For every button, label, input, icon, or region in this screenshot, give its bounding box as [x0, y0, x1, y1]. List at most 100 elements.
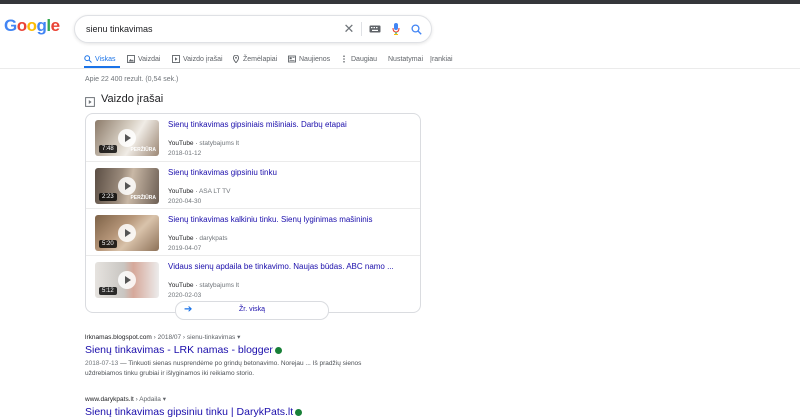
video-duration: 7:48 [99, 145, 117, 153]
video-platform: YouTube [168, 188, 194, 195]
result-stats: Apie 22 400 rezult. (0,54 sek.) [85, 76, 179, 83]
video-thumbnail[interactable]: 7:48 PERŽIŪRA [95, 120, 159, 156]
image-icon [127, 55, 135, 63]
video-date: 2018-01-12 [168, 150, 202, 157]
play-icon [118, 271, 136, 289]
search-divider [361, 22, 362, 36]
chevron-down-icon[interactable]: ▾ [163, 396, 166, 403]
verified-icon [295, 408, 303, 416]
video-title-link[interactable]: Vidaus sienų apdaila be tinkavimo. Nauja… [168, 262, 394, 271]
video-title-link[interactable]: Sienų tinkavimas kalkiniu tinku. Sienų l… [168, 215, 373, 224]
search-input[interactable] [86, 21, 316, 37]
search-result: www.darykpats.lt › Apdaila ▾ Sienų tinka… [85, 395, 303, 418]
play-icon [118, 177, 136, 195]
video-title-link[interactable]: Sienų tinkavimas gipsiniais mišiniais. D… [168, 120, 347, 129]
video-title-link[interactable]: Sienų tinkavimas gipsiniu tinku [168, 168, 277, 177]
tab-label: Viskas [95, 55, 116, 63]
video-thumbnail[interactable]: 5:12 [95, 262, 159, 298]
search-result: lrknamas.blogspot.com › 2018/07 › sienu-… [85, 333, 385, 379]
result-title-link[interactable]: Sienų tinkavimas - LRK namas - blogger [85, 344, 385, 356]
play-icon [118, 129, 136, 147]
search-box: ✕ [74, 15, 432, 43]
tab-tools[interactable]: Įrankiai [430, 51, 453, 67]
logo-letter: G [4, 16, 17, 35]
result-title: Sienų tinkavimas - LRK namas - blogger [85, 344, 273, 356]
preview-label: PERŽIŪRA [130, 195, 156, 201]
logo-letter: o [26, 16, 37, 35]
tab-label: Vaizdo įrašai [183, 55, 223, 63]
keyboard-icon[interactable] [367, 21, 383, 37]
video-result[interactable]: 5:12 Vidaus sienų apdaila be tinkavimo. … [86, 255, 420, 303]
tab-label: Įrankiai [430, 55, 453, 63]
tab-videos[interactable]: Vaizdo įrašai [172, 51, 223, 67]
see-all-label: Žr. viską [238, 306, 266, 313]
result-domain: lrknamas.blogspot.com [85, 334, 152, 341]
tab-all[interactable]: Viskas [84, 51, 116, 67]
search-icon[interactable] [408, 21, 424, 37]
see-all-videos-button[interactable]: ➔ Žr. viską [175, 301, 329, 320]
video-date: 2019-04-07 [168, 245, 202, 252]
videos-section-header: Vaizdo įrašai [85, 93, 164, 107]
video-result[interactable]: 2:23 PERŽIŪRA Sienų tinkavimas gipsiniu … [86, 161, 420, 209]
video-channel: ASA LT TV [198, 188, 231, 195]
video-source: YouTube · darykpats [168, 235, 228, 242]
video-platform: YouTube [168, 140, 194, 147]
video-thumbnail[interactable]: 2:23 PERŽIŪRA [95, 168, 159, 204]
result-url[interactable]: lrknamas.blogspot.com › 2018/07 › sienu-… [85, 333, 385, 341]
video-duration: 2:23 [99, 193, 117, 201]
tab-label: Daugiau [351, 55, 378, 63]
video-icon [85, 94, 95, 107]
video-date: 2020-04-30 [168, 198, 202, 205]
tab-label: Žemėlapiai [243, 55, 278, 63]
map-pin-icon [232, 55, 240, 63]
video-carousel: 7:48 PERŽIŪRA Sienų tinkavimas gipsiniai… [85, 113, 421, 313]
result-snippet-text: — Tinkuoti sienas nusprendėme po grindų … [85, 360, 362, 377]
video-platform: YouTube [168, 235, 194, 242]
news-icon [288, 55, 296, 63]
logo-letter: o [16, 16, 27, 35]
video-source: YouTube · statybajums lt [168, 140, 240, 147]
chevron-down-icon[interactable]: ▾ [237, 334, 240, 341]
preview-label: PERŽIŪRA [130, 147, 156, 153]
tab-maps[interactable]: Žemėlapiai [232, 51, 277, 67]
result-title: Sienų tinkavimas gipsiniu tinku | DarykP… [85, 406, 294, 418]
video-source: YouTube · ASA LT TV [168, 188, 231, 195]
video-duration: 5:12 [99, 287, 117, 295]
video-icon [172, 55, 180, 63]
tab-label: Nustatymai [388, 55, 424, 63]
result-url[interactable]: www.darykpats.lt › Apdaila ▾ [85, 395, 302, 403]
video-channel: statybajums lt [199, 140, 240, 147]
result-breadcrumb: › 2018/07 › sienu-tinkavimas [153, 334, 236, 341]
result-title-link[interactable]: Sienų tinkavimas gipsiniu tinku | DarykP… [85, 406, 303, 418]
result-breadcrumb: › Apdaila [135, 396, 161, 403]
tab-more[interactable]: Daugiau [340, 51, 377, 67]
video-thumbnail[interactable]: 5:20 [95, 215, 159, 251]
video-source: YouTube · statybajums lt [168, 282, 240, 289]
play-icon [118, 224, 136, 242]
video-result[interactable]: 7:48 PERŽIŪRA Sienų tinkavimas gipsiniai… [86, 114, 420, 161]
video-duration: 5:20 [99, 240, 117, 248]
browser-top-bar [0, 0, 800, 4]
video-platform: YouTube [168, 282, 194, 289]
video-date: 2020-02-03 [168, 292, 202, 299]
result-domain: www.darykpats.lt [85, 396, 134, 403]
google-logo[interactable]: Google [4, 16, 60, 36]
tabs-divider [0, 68, 800, 69]
tab-settings[interactable]: Nustatymai [388, 51, 423, 67]
search-icon [84, 55, 92, 63]
tab-images[interactable]: Vaizdai [127, 51, 160, 67]
video-result[interactable]: 5:20 Sienų tinkavimas kalkiniu tinku. Si… [86, 208, 420, 256]
tab-label: Naujienos [299, 55, 331, 63]
video-channel: statybajums lt [199, 282, 240, 289]
result-snippet: 2018-07-13 — Tinkuoti sienas nusprendėme… [85, 359, 385, 379]
videos-section-title: Vaizdo įrašai [101, 93, 164, 105]
logo-letter: g [36, 16, 47, 35]
tab-news[interactable]: Naujienos [288, 51, 330, 67]
tab-label: Vaizdai [138, 55, 161, 63]
close-icon[interactable]: ✕ [341, 21, 357, 37]
result-date: 2018-07-13 [85, 360, 119, 367]
logo-letter: e [50, 16, 60, 35]
more-vert-icon [340, 55, 348, 63]
mic-icon[interactable] [388, 21, 404, 37]
video-channel: darykpats [199, 235, 228, 242]
